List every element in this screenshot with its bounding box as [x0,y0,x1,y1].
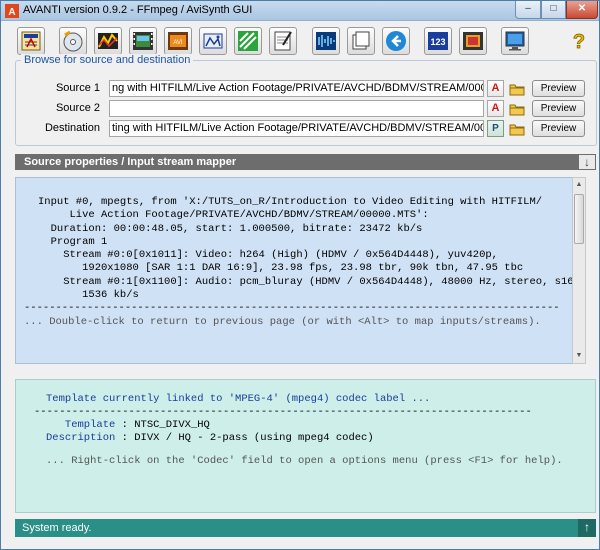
props-scrollbar[interactable]: ▲ ▼ [572,177,586,364]
props-line: Live Action Footage/PRIVATE/AVCHD/BDMV/S… [38,209,429,222]
back-icon[interactable] [382,27,410,55]
template-title: Template currently linked to 'MPEG-4' (m… [46,393,431,405]
destination-profile-button[interactable]: P [487,120,504,137]
props-line: 1536 kb/s [38,289,139,302]
source1-folder-icon[interactable] [509,82,525,96]
template-panel[interactable]: Template currently linked to 'MPEG-4' (m… [15,379,596,513]
destination-label: Destination [44,122,100,134]
source1-preview-button[interactable]: Preview [532,80,585,97]
green-filter-icon[interactable] [234,27,262,55]
project-icon[interactable] [17,27,45,55]
props-hint: ... Double-click to return to previous p… [24,315,541,328]
status-bar: System ready. ↑ [15,519,596,537]
destination-input[interactable]: ting with HITFILM/Live Action Footage/PR… [109,120,484,137]
audio-edit-icon[interactable] [94,27,122,55]
source1-input[interactable]: ng with HITFILM/Live Action Footage/PRIV… [109,80,484,97]
template-separator: ----------------------------------------… [34,406,532,418]
scroll-thumb[interactable] [574,194,584,244]
status-text: System ready. [22,522,92,534]
source2-preview-button[interactable]: Preview [532,100,585,117]
source1-label: Source 1 [55,82,100,94]
app-window: A AVANTI version 0.9.2 - FFmpeg / AviSyn… [0,0,600,550]
expand-up-icon[interactable]: ↑ [578,519,596,537]
svg-text:AVI: AVI [173,40,183,46]
template-value: : NTSC_DIVX_HQ [115,419,210,431]
source2-avisynth-button[interactable]: A [487,100,504,117]
props-line: 1920x1080 [SAR 1:1 DAR 16:9], 23.98 fps,… [38,262,524,275]
app-icon: A [5,4,19,18]
minimize-button[interactable]: – [515,1,541,19]
props-line: Duration: 00:00:48.05, start: 1.000500, … [38,222,423,235]
notepad-icon[interactable] [269,27,297,55]
description-value: : DIVX / HQ - 2-pass (using mpeg4 codec) [115,432,374,444]
counter-icon[interactable]: 123 [424,27,452,55]
browse-legend: Browse for source and destination [21,54,194,66]
source-props-panel[interactable]: Input #0, mpegts, from 'X:/TUTS_on_R/Int… [15,177,586,364]
film-settings-icon[interactable] [459,27,487,55]
description-key: Description [46,432,116,444]
props-line: Stream #0:0[0x1011]: Video: h264 (High) … [38,249,498,262]
svg-text:123: 123 [430,37,445,47]
source1-avisynth-button[interactable]: A [487,80,504,97]
scroll-down-icon[interactable]: ▼ [573,350,585,362]
collapse-down-icon[interactable]: ↓ [578,154,596,170]
destination-folder-icon[interactable] [509,122,525,136]
waveform-icon[interactable] [312,27,340,55]
close-button[interactable]: ✕ [566,1,598,19]
template-key: Template [46,419,116,431]
source-props-header[interactable]: Source properties / Input stream mapper … [15,154,596,170]
camera-icon[interactable] [199,27,227,55]
help-icon[interactable]: ? [565,27,593,55]
video-export-icon[interactable]: AVI [164,27,192,55]
props-line: Stream #0:1[0x1100]: Audio: pcm_bluray (… [38,275,580,288]
window-title: AVANTI version 0.9.2 - FFmpeg / AviSynth… [23,4,253,16]
source-props-title: Source properties / Input stream mapper [24,156,237,168]
maximize-button[interactable]: □ [541,1,566,19]
disc-icon[interactable] [59,27,87,55]
scroll-up-icon[interactable]: ▲ [573,179,585,191]
copy-icon[interactable] [347,27,375,55]
svg-text:?: ? [573,31,585,53]
monitor-icon[interactable] [501,27,529,55]
props-line: Input #0, mpegts, from 'X:/TUTS_on_R/Int… [38,196,543,208]
video-film-icon[interactable] [129,27,157,55]
source2-label: Source 2 [55,102,100,114]
svg-text:A: A [8,7,15,18]
template-hint: ... Right-click on the 'Codec' field to … [46,455,563,467]
source2-folder-icon[interactable] [509,102,525,116]
props-separator: ----------------------------------------… [24,302,560,315]
browse-group: Browse for source and destination Source… [15,54,597,146]
title-bar: A AVANTI version 0.9.2 - FFmpeg / AviSyn… [1,1,599,21]
destination-preview-button[interactable]: Preview [532,120,585,137]
source2-input[interactable] [109,100,484,117]
props-line: Program 1 [38,235,108,248]
